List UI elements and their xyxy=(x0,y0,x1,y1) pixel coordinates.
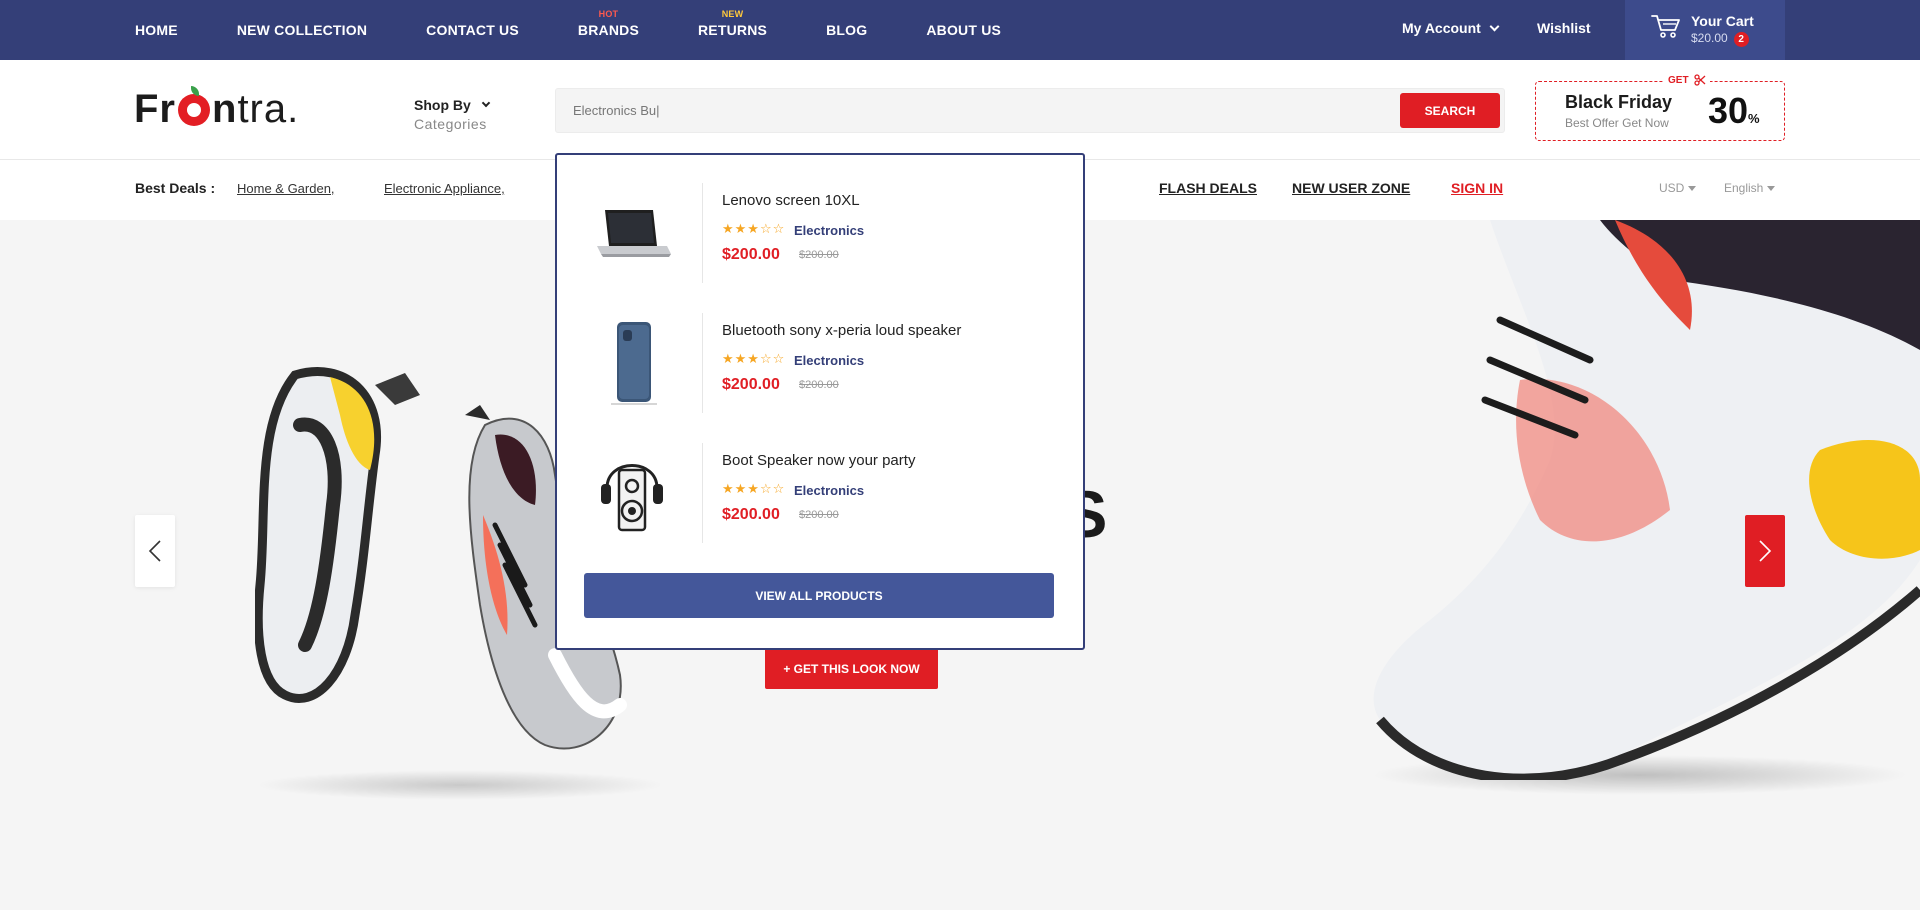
nav-brands[interactable]: HOT BRANDS xyxy=(578,0,639,60)
get-this-look-button[interactable]: + GET THIS LOOK NOW xyxy=(765,648,938,689)
product-category[interactable]: Electronics xyxy=(794,223,864,238)
my-account-label: My Account xyxy=(1402,20,1481,36)
nav-blog[interactable]: BLOG xyxy=(826,0,867,60)
nav-contact-us-label: CONTACT US xyxy=(426,22,519,38)
shoe-shadow xyxy=(255,770,665,800)
cart-icon xyxy=(1651,15,1680,38)
search-suggestions-dropdown: Lenovo screen 10XL ★★★☆☆ Electronics $20… xyxy=(555,153,1085,650)
product-name[interactable]: Lenovo screen 10XL xyxy=(722,192,860,209)
hot-badge: HOT xyxy=(598,9,619,19)
promo-get-text: GET xyxy=(1668,74,1689,86)
promo-percent: % xyxy=(1748,111,1760,126)
product-old-price: $200.00 xyxy=(799,249,839,261)
nav-about-us[interactable]: ABOUT US xyxy=(926,0,1001,60)
language-value: English xyxy=(1724,181,1764,195)
nav-new-collection-label: NEW COLLECTION xyxy=(236,22,368,38)
cart-title: Your Cart xyxy=(1691,13,1754,29)
cart-count-badge: 2 xyxy=(1733,32,1749,47)
chevron-right-icon xyxy=(1759,540,1772,562)
sign-in-link[interactable]: SIGN IN xyxy=(1451,180,1503,196)
deal-link-electronic-appliance[interactable]: Electronic Appliance, xyxy=(384,181,505,196)
nav-blog-label: BLOG xyxy=(826,22,868,38)
view-all-products-button[interactable]: VIEW ALL PRODUCTS xyxy=(584,573,1054,618)
shop-by-label: Shop By xyxy=(414,97,471,113)
caret-down-icon xyxy=(1688,185,1697,191)
my-account-dropdown[interactable]: My Account xyxy=(1402,0,1500,56)
laptop-icon xyxy=(597,210,671,257)
logo-fruit-icon xyxy=(178,86,210,126)
search-result-item[interactable]: Lenovo screen 10XL ★★★☆☆ Electronics $20… xyxy=(577,178,1067,288)
search-result-item[interactable]: Boot Speaker now your party ★★★☆☆ Electr… xyxy=(577,438,1067,548)
chevron-down-icon xyxy=(1489,21,1500,31)
promo-discount: 30% xyxy=(1708,90,1760,132)
black-friday-promo[interactable]: GET Black Friday Best Offer Get Now 30% xyxy=(1535,74,1785,141)
divider xyxy=(702,443,703,543)
new-badge: NEW xyxy=(721,9,744,19)
nav-home[interactable]: HOME xyxy=(135,0,178,60)
product-name[interactable]: Bluetooth sony x-peria loud speaker xyxy=(722,322,961,339)
best-deals-label: Best Deals : xyxy=(135,180,216,196)
cart-button[interactable]: Your Cart $20.00 2 xyxy=(1625,0,1785,60)
cart-amount: $20.00 xyxy=(1691,31,1728,45)
star-rating: ★★★☆☆ xyxy=(722,351,786,366)
slider-next-button[interactable] xyxy=(1745,515,1785,587)
product-category[interactable]: Electronics xyxy=(794,483,864,498)
currency-select[interactable]: USD xyxy=(1659,181,1697,195)
promo-number: 30 xyxy=(1708,90,1749,131)
star-rating: ★★★☆☆ xyxy=(722,481,786,496)
product-price: $200.00 xyxy=(722,376,780,393)
nav-contact-us[interactable]: CONTACT US xyxy=(426,0,519,60)
caret-down-icon xyxy=(1767,185,1776,191)
shoe-hero-image xyxy=(1373,220,1920,780)
chevron-left-icon xyxy=(148,540,161,562)
nav-brands-label: BRANDS xyxy=(577,22,639,38)
speaker-icon xyxy=(601,464,663,532)
product-old-price: $200.00 xyxy=(799,509,839,521)
cart-summary: Your Cart $20.00 2 xyxy=(1691,13,1754,47)
star-rating: ★★★☆☆ xyxy=(722,221,786,236)
nav-new-collection[interactable]: NEW COLLECTION xyxy=(237,0,367,60)
product-name[interactable]: Boot Speaker now your party xyxy=(722,452,915,469)
logo-text-end: tra. xyxy=(237,87,300,131)
logo-text-start: Fr xyxy=(134,87,176,131)
main-menu: HOME NEW COLLECTION CONTACT US HOT BRANDS… xyxy=(135,0,1060,60)
top-navbar: HOME NEW COLLECTION CONTACT US HOT BRANDS… xyxy=(0,0,1920,60)
nav-about-us-label: ABOUT US xyxy=(926,22,1002,38)
product-old-price: $200.00 xyxy=(799,379,839,391)
new-user-zone-link[interactable]: NEW USER ZONE xyxy=(1292,180,1410,196)
product-price: $200.00 xyxy=(722,506,780,523)
phone-icon xyxy=(611,322,657,405)
divider xyxy=(702,313,703,413)
nav-home-label: HOME xyxy=(135,22,178,38)
promo-subtitle: Best Offer Get Now xyxy=(1565,116,1669,130)
promo-get-label: GET xyxy=(1664,74,1710,86)
wishlist-label: Wishlist xyxy=(1537,20,1591,36)
product-price: $200.00 xyxy=(722,246,780,263)
nav-returns[interactable]: NEW RETURNS xyxy=(698,0,767,60)
deal-link-home-garden[interactable]: Home & Garden, xyxy=(237,181,335,196)
currency-value: USD xyxy=(1659,181,1685,195)
nav-returns-label: RETURNS xyxy=(698,22,768,38)
scissors-icon xyxy=(1693,74,1706,86)
shoe-sole-image xyxy=(255,367,420,703)
product-category[interactable]: Electronics xyxy=(794,353,864,368)
search-result-item[interactable]: Bluetooth sony x-peria loud speaker ★★★☆… xyxy=(577,308,1067,418)
language-select[interactable]: English xyxy=(1724,181,1776,195)
search-bar: SEARCH xyxy=(555,88,1505,133)
shop-by-categories-dropdown[interactable]: Shop By Categories xyxy=(414,97,491,132)
flash-deals-link[interactable]: FLASH DEALS xyxy=(1159,180,1257,196)
categories-label: Categories xyxy=(414,116,487,132)
wishlist-link[interactable]: Wishlist xyxy=(1537,0,1591,56)
site-logo[interactable]: Fr n tra. xyxy=(134,86,299,132)
logo-text-mid: n xyxy=(212,87,238,131)
slider-prev-button[interactable] xyxy=(135,515,175,587)
chevron-down-icon xyxy=(481,98,491,108)
search-input[interactable] xyxy=(573,89,1373,132)
promo-title: Black Friday xyxy=(1565,92,1673,112)
divider xyxy=(702,183,703,283)
search-button[interactable]: SEARCH xyxy=(1400,93,1500,128)
